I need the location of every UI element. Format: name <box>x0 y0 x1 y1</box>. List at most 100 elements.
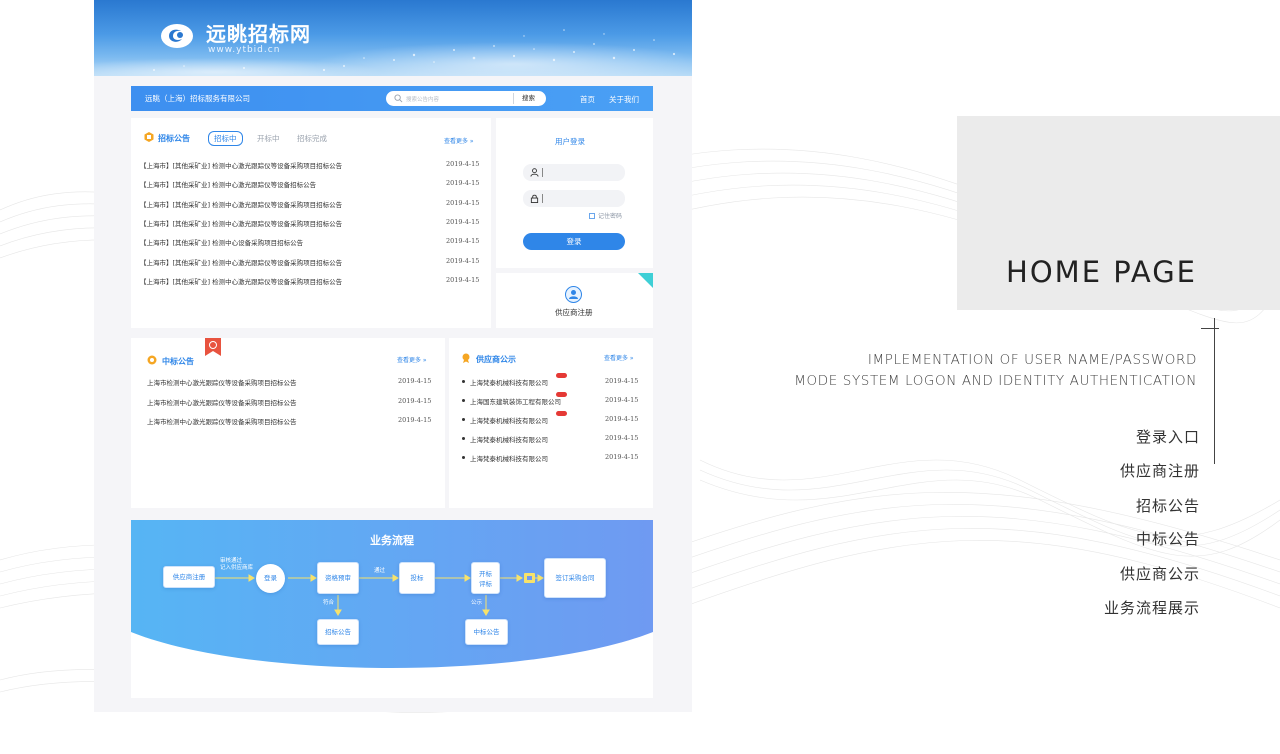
supplier-notice-title: 供应商公示 <box>476 355 516 364</box>
corner-ribbon-icon <box>638 273 653 288</box>
description-line-1: IMPLEMENTATION OF USER NAME/PASSWORD <box>867 352 1197 368</box>
award-badge-icon <box>205 338 221 356</box>
login-title: 用户登录 <box>555 137 585 146</box>
flow-label-approved: 审核通过 记入供应商库 <box>220 558 254 571</box>
notice-row-title[interactable]: 上海市检测中心激光跟踪仪等设备采购项目招标公告 <box>147 397 297 407</box>
flow-step-open-evaluate: 开标 评标 <box>471 562 500 594</box>
award-notice-title: 中标公告 <box>162 357 194 366</box>
login-panel: 用户登录 记住密码 登录 <box>496 118 653 268</box>
search-input[interactable]: 搜索公告内容 <box>406 95 439 103</box>
site-logo-icon <box>161 24 193 48</box>
tab-opening[interactable]: 开标中 <box>257 133 280 144</box>
tender-more-link[interactable]: 查看更多 » <box>444 136 474 145</box>
notice-row-date: 2019-4-15 <box>446 198 480 207</box>
tender-notice-icon <box>144 132 154 142</box>
flow-label-pass: 通过 <box>374 568 386 574</box>
login-button[interactable]: 登录 <box>523 233 625 250</box>
tender-notice-title: 招标公告 <box>158 134 190 143</box>
tab-bidding[interactable]: 招标中 <box>208 131 243 146</box>
notice-row-title[interactable]: 【上海市】[其他采矿业] 检测中心激光跟踪仪等设备采购项目招标公告 <box>140 160 342 170</box>
presentation-slide: 远眺招标网 www.ytbid.cn 远眺（上海）招标服务有限公司 搜索公告内容… <box>0 0 1280 754</box>
notice-row-title[interactable]: 上海梵泰机械科技有限公司 <box>470 415 548 425</box>
website-mockup: 远眺招标网 www.ytbid.cn 远眺（上海）招标服务有限公司 搜索公告内容… <box>94 0 692 712</box>
site-logo-title: 远眺招标网 <box>206 22 311 46</box>
password-field[interactable] <box>523 190 625 207</box>
medal-icon <box>462 353 470 363</box>
feature-item-supplier-notice: 供应商公示 <box>1119 565 1200 583</box>
company-name: 远眺（上海）招标服务有限公司 <box>145 94 250 103</box>
award-more-link[interactable]: 查看更多 » <box>397 355 427 364</box>
notice-row-date: 2019-4-15 <box>605 377 639 385</box>
flow-step-supplier-register: 供应商注册 <box>163 566 215 588</box>
supplier-register-card[interactable]: 供应商注册 <box>496 273 653 328</box>
award-notice-panel: 中标公告 查看更多 » 上海市检测中心激光跟踪仪等设备采购项目招标公告 2019-… <box>131 338 445 508</box>
tender-notice-panel: 招标公告 招标中 开标中 招标完成 查看更多 » 【上海市】[其他采矿业] 检测… <box>131 118 491 328</box>
feature-item-supplier-register: 供应商注册 <box>1119 462 1200 480</box>
notice-row-date: 2019-4-15 <box>605 396 639 404</box>
notice-row-title[interactable]: 上海市检测中心激光跟踪仪等设备采购项目招标公告 <box>147 416 297 426</box>
supplier-register-label: 供应商注册 <box>555 308 593 317</box>
bullet-icon <box>462 380 465 383</box>
notice-row-title[interactable]: 【上海市】[其他采矿业] 检测中心激光跟踪仪等设备采购项目招标公告 <box>140 199 342 209</box>
site-banner: 远眺招标网 www.ytbid.cn <box>94 0 692 76</box>
feature-item-award-notice: 中标公告 <box>1135 530 1200 548</box>
flow-step-login: 登录 <box>256 564 285 593</box>
notice-row-title[interactable]: 上海市检测中心激光跟踪仪等设备采购项目招标公告 <box>147 377 297 387</box>
notice-row-date: 2019-4-15 <box>398 377 432 385</box>
notice-row-title[interactable]: 【上海市】[其他采矿业] 检测中心激光跟踪仪等设备招标公告 <box>140 179 316 189</box>
site-logo-url: www.ytbid.cn <box>208 45 281 55</box>
tab-completed[interactable]: 招标完成 <box>297 133 327 144</box>
search-box[interactable]: 搜索公告内容 搜索 <box>386 91 546 106</box>
flow-arrows <box>215 573 544 616</box>
notice-row-title[interactable]: 【上海市】[其他采矿业] 检测中心设备采购项目招标公告 <box>140 237 303 247</box>
search-icon <box>394 94 403 103</box>
notice-row-date: 2019-4-15 <box>446 256 480 265</box>
feature-item-login: 登录入口 <box>1135 428 1200 446</box>
description-line-2: MODE SYSTEM LOGON AND IDENTITY AUTHENTIC… <box>794 373 1197 389</box>
notice-row-date: 2019-4-15 <box>398 396 432 405</box>
flow-step-tender-notice: 招标公告 <box>317 619 359 645</box>
checkbox-icon <box>589 213 595 219</box>
divider-vertical <box>1214 318 1215 464</box>
notice-row-title[interactable]: 【上海市】[其他采矿业] 检测中心激光跟踪仪等设备采购项目招标公告 <box>140 218 342 228</box>
username-field[interactable] <box>523 164 625 181</box>
notice-row-title[interactable]: 上海梵泰机械科技有限公司 <box>470 453 548 463</box>
flow-label-qualify: 符合 <box>323 600 335 606</box>
notice-row-date: 2019-4-15 <box>605 415 639 423</box>
divider-horizontal <box>1201 328 1219 329</box>
notice-row-date: 2019-4-15 <box>398 416 432 424</box>
flow-step-prequalification: 资格预审 <box>317 562 359 594</box>
award-notice-icon <box>147 355 157 365</box>
search-button[interactable]: 搜索 <box>513 93 543 104</box>
user-icon <box>530 168 539 177</box>
bullet-icon <box>462 399 465 402</box>
supplier-more-link[interactable]: 查看更多 » <box>604 353 634 362</box>
page-title: HOME PAGE <box>1006 255 1197 289</box>
flow-step-bid: 投标 <box>399 562 435 594</box>
new-badge <box>556 373 567 378</box>
notice-row-date: 2019-4-15 <box>446 237 480 246</box>
notice-row-title[interactable]: 上海梵泰机械科技有限公司 <box>470 434 548 444</box>
notice-row-title[interactable]: 上海国东建筑装饰工程有限公司 <box>470 396 561 406</box>
notice-row-date: 2019-4-15 <box>446 160 480 168</box>
bullet-icon <box>462 456 465 459</box>
lock-icon <box>530 194 539 203</box>
business-flow-section: 业务流程 供应商注册 审核通过 记入供应商库 登录 资格预审 通过 投标 开标 … <box>131 520 653 698</box>
notice-row-title[interactable]: 【上海市】[其他采矿业] 检测中心激光跟踪仪等设备采购项目招标公告 <box>140 276 342 286</box>
feature-item-business-flow: 业务流程展示 <box>1103 599 1200 617</box>
site-navbar: 远眺（上海）招标服务有限公司 搜索公告内容 搜索 首页 关于我们 <box>131 86 653 111</box>
flow-step-award-notice: 中标公告 <box>465 619 508 645</box>
notice-row-title[interactable]: 上海梵泰机械科技有限公司 <box>470 377 548 387</box>
notice-row-date: 2019-4-15 <box>446 275 480 284</box>
remember-password-checkbox[interactable]: 记住密码 <box>589 211 622 220</box>
bullet-icon <box>462 437 465 440</box>
new-badge <box>556 392 567 397</box>
notice-row-date: 2019-4-15 <box>446 217 480 226</box>
feature-item-tender-notice: 招标公告 <box>1135 497 1200 515</box>
nav-link-about[interactable]: 关于我们 <box>609 94 639 105</box>
notice-row-date: 2019-4-15 <box>605 453 639 461</box>
username-cursor <box>542 168 543 177</box>
new-badge <box>556 411 567 416</box>
nav-link-home[interactable]: 首页 <box>580 94 595 105</box>
notice-row-title[interactable]: 【上海市】[其他采矿业] 检测中心激光跟踪仪等设备采购项目招标公告 <box>140 257 342 267</box>
